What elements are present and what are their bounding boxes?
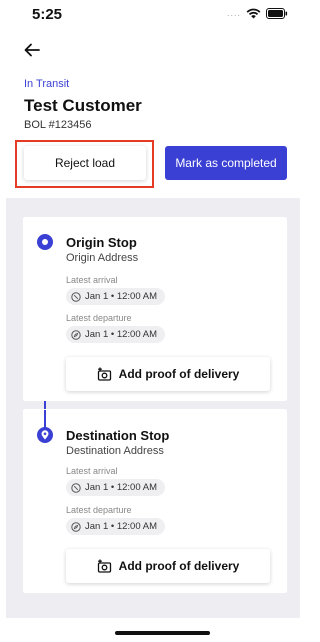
battery-icon — [266, 7, 288, 19]
add-proof-label: Add proof of delivery — [118, 559, 240, 573]
compass-icon — [71, 521, 81, 532]
arrival-time-chip: Jan 1 • 12:00 AM — [66, 288, 165, 305]
home-indicator[interactable] — [115, 631, 210, 635]
arrow-left-icon — [24, 43, 40, 57]
departure-time: Jan 1 • 12:00 AM — [85, 329, 157, 340]
departure-label: Latest departure — [66, 313, 132, 323]
stop-title: Destination Stop — [66, 428, 170, 443]
location-pin-icon — [37, 427, 53, 443]
customer-name: Test Customer — [24, 96, 142, 115]
add-photo-icon — [97, 367, 111, 381]
bol-number: BOL #123456 — [24, 119, 92, 131]
arrival-label: Latest arrival — [66, 275, 118, 285]
status-bar: 5:25 .... — [0, 0, 300, 28]
reject-load-button[interactable]: Reject load — [24, 146, 146, 180]
status-time: 5:25 — [32, 6, 63, 23]
load-status: In Transit — [24, 78, 70, 90]
back-button[interactable] — [22, 40, 42, 60]
status-icons: .... — [227, 7, 288, 19]
stop-title: Origin Stop — [66, 235, 137, 250]
compass-icon — [71, 329, 81, 340]
wifi-icon — [246, 8, 261, 19]
arrival-time: Jan 1 • 12:00 AM — [85, 291, 157, 302]
signal-icon: .... — [226, 8, 241, 18]
add-photo-icon — [97, 559, 111, 573]
stop-address: Destination Address — [66, 445, 164, 457]
departure-time-chip: Jan 1 • 12:00 AM — [66, 518, 165, 535]
clock-icon — [71, 482, 81, 493]
add-proof-label: Add proof of delivery — [118, 367, 240, 381]
departure-time: Jan 1 • 12:00 AM — [85, 521, 157, 532]
origin-marker-icon — [37, 234, 53, 250]
arrival-label: Latest arrival — [66, 466, 118, 476]
stop-address: Origin Address — [66, 252, 139, 264]
mark-completed-button[interactable]: Mark as completed — [165, 146, 287, 180]
add-proof-of-delivery-button[interactable]: Add proof of delivery — [66, 549, 270, 583]
departure-label: Latest departure — [66, 505, 132, 515]
add-proof-of-delivery-button[interactable]: Add proof of delivery — [66, 357, 270, 391]
arrival-time: Jan 1 • 12:00 AM — [85, 482, 157, 493]
clock-icon — [71, 291, 81, 302]
departure-time-chip: Jan 1 • 12:00 AM — [66, 326, 165, 343]
arrival-time-chip: Jan 1 • 12:00 AM — [66, 479, 165, 496]
